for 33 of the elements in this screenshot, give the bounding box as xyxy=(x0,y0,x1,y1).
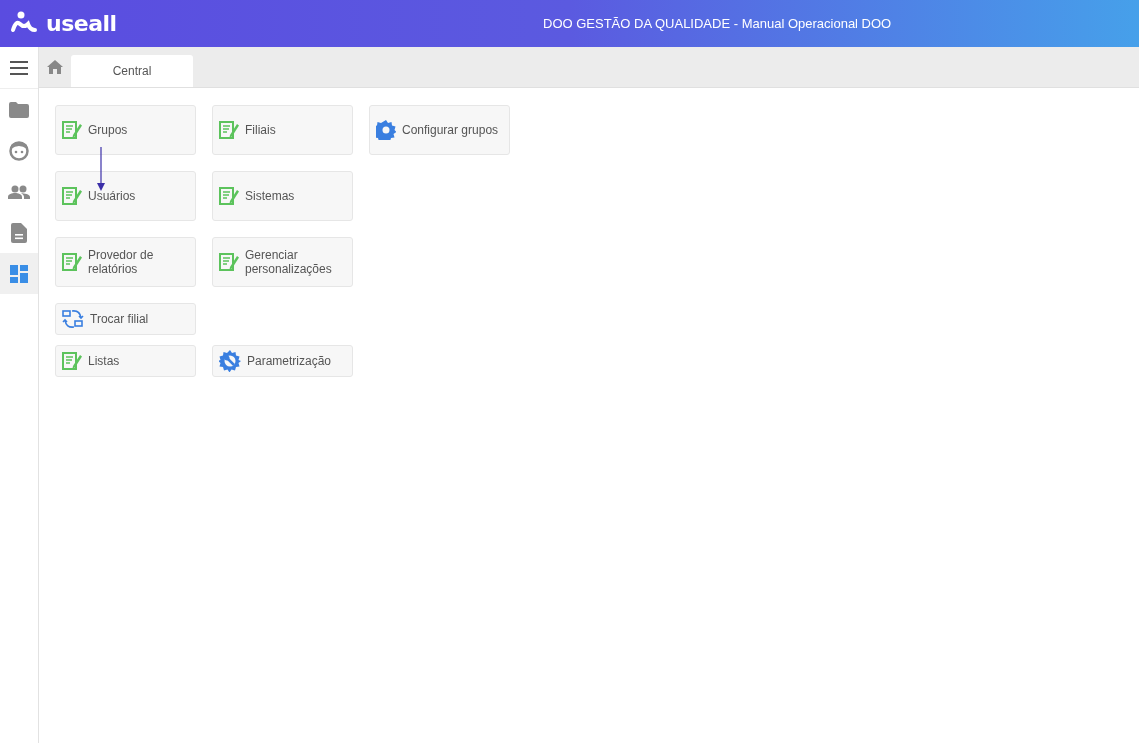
form-edit-icon xyxy=(62,351,82,371)
menu-tile[interactable]: Filiais xyxy=(212,105,353,155)
form-edit-icon xyxy=(219,120,239,140)
menu-tile[interactable]: Configurar grupos xyxy=(369,105,510,155)
home-icon xyxy=(47,60,63,74)
dashboard-icon xyxy=(10,264,28,283)
logo-text: useall xyxy=(46,11,117,36)
sidebar-item[interactable] xyxy=(0,253,38,294)
gear-wrench-icon xyxy=(219,350,241,372)
annotation-arrow xyxy=(97,147,105,191)
form-edit-icon xyxy=(62,186,82,206)
menu-tile[interactable]: Listas xyxy=(55,345,196,377)
form-edit-icon xyxy=(219,186,239,206)
menu-tile[interactable]: Grupos xyxy=(55,105,196,155)
gear-icon xyxy=(376,120,396,140)
people-icon xyxy=(8,184,30,199)
swap-arrows-icon xyxy=(62,308,84,330)
form-edit-icon xyxy=(62,252,82,272)
form-edit-icon xyxy=(219,252,239,272)
face-icon xyxy=(9,140,29,161)
form-edit-icon xyxy=(62,120,82,140)
folder-icon xyxy=(9,101,29,118)
menu-tile[interactable]: Parametrização xyxy=(212,345,353,377)
logo-icon xyxy=(10,9,38,34)
menu-tile[interactable]: Gerenciar personalizações xyxy=(212,237,353,287)
menu-tile[interactable]: Provedor de relatórios xyxy=(55,237,196,287)
tab[interactable]: Central xyxy=(71,55,193,87)
menu-tile[interactable]: Trocar filial xyxy=(55,303,196,335)
menu-tile[interactable]: Sistemas xyxy=(212,171,353,221)
app-title: DOO GESTÃO DA QUALIDADE - Manual Operacional DOO xyxy=(543,16,892,31)
menu-icon xyxy=(10,60,28,75)
menu-tile[interactable]: Usuários xyxy=(55,171,196,221)
document-icon xyxy=(11,222,27,243)
